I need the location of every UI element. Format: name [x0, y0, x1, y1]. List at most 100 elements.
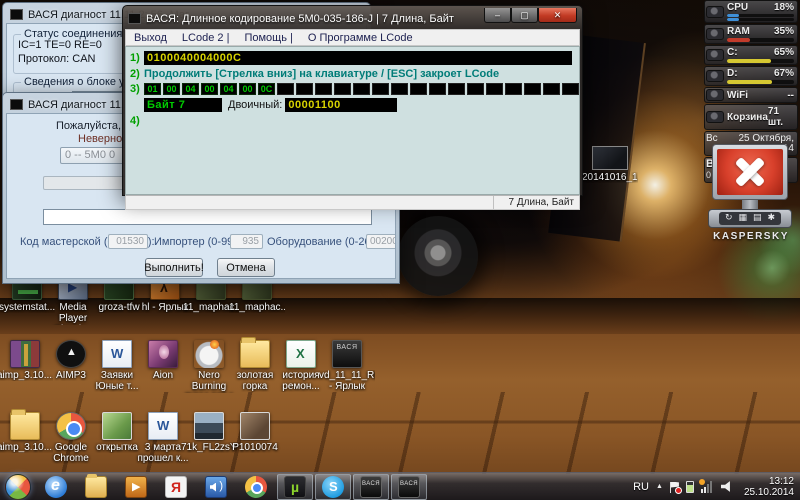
byte-box-empty[interactable]	[448, 83, 465, 95]
report-icon[interactable]: ▦	[738, 214, 747, 223]
taskbar-button-vasya[interactable]: ВАСЯ	[353, 474, 389, 500]
importer-value[interactable]: 935	[230, 234, 263, 249]
folder-icon	[240, 340, 270, 368]
file-icon[interactable]: ▤	[753, 214, 762, 223]
byte-box-empty[interactable]	[562, 83, 579, 95]
menu-item-lcode2[interactable]: LCode 2 |	[182, 32, 230, 44]
taskbar-button-ie[interactable]	[37, 474, 75, 500]
volume-icon[interactable]	[721, 481, 733, 493]
desktop-icon-nero[interactable]: Nero Burning ROM 2014	[186, 340, 232, 393]
desktop-icon-vasya[interactable]: ВАСЯvd_11_11_RL - Ярлык	[324, 340, 370, 393]
photo-car-icon	[194, 412, 224, 440]
byte-box-empty[interactable]	[543, 83, 560, 95]
desktop-icon-aimp[interactable]: AIMP3	[48, 340, 94, 393]
recycle-bin-row[interactable]: Корзина 71 шт.	[704, 104, 798, 130]
recode-window-icon	[10, 99, 23, 110]
byte-box[interactable]: 00	[239, 83, 256, 95]
line2-number: 2)	[130, 68, 144, 80]
desktop-icon-winrar[interactable]: aimp_3.10....	[2, 340, 48, 393]
byte-box[interactable]: 00	[201, 83, 218, 95]
lcode-window: ВАСЯ: Длинное кодирование 5M0-035-186-J …	[122, 5, 583, 196]
network-icon[interactable]	[701, 481, 714, 493]
menu-item-опрограммеlcode[interactable]: О Программе LCode	[308, 32, 413, 44]
chrome-icon	[56, 412, 86, 440]
byte-box-empty[interactable]	[372, 83, 389, 95]
meter-body: WiFi--	[727, 90, 794, 101]
lcode-titlebar[interactable]: ВАСЯ: Длинное кодирование 5M0-035-186-J …	[125, 8, 580, 29]
cpu-icon	[706, 6, 724, 18]
menu-item-помощь[interactable]: Помощь |	[244, 32, 292, 44]
lcode-window-title: ВАСЯ: Длинное кодирование 5M0-035-186-J …	[146, 13, 484, 25]
desktop-icon-word[interactable]: Заявки Юные т...	[94, 340, 140, 393]
maximize-button[interactable]: ▢	[511, 8, 538, 23]
minimize-button[interactable]: –	[484, 8, 511, 23]
byte-box-empty[interactable]	[486, 83, 503, 95]
refresh-icon[interactable]: ↻	[725, 214, 733, 223]
action-center-flag-icon[interactable]	[670, 482, 679, 492]
equipment-value[interactable]: 00200	[366, 234, 396, 249]
byte-box-empty[interactable]	[524, 83, 541, 95]
byte-box-empty[interactable]	[410, 83, 427, 95]
taskbar-button-chrome[interactable]	[237, 474, 275, 500]
taskbar-button-skype[interactable]	[315, 474, 351, 500]
desktop-icon-aion[interactable]: Aion	[140, 340, 186, 393]
byte-box[interactable]: 04	[220, 83, 237, 95]
line4-number: 4)	[130, 115, 144, 127]
taskbar-button-mpc[interactable]	[117, 474, 155, 500]
byte-box[interactable]: 00	[163, 83, 180, 95]
desktop-icon-word[interactable]: 3 марта прошел к...	[140, 412, 186, 464]
byte-box-empty[interactable]	[296, 83, 313, 95]
meter-bar-fill	[727, 59, 771, 63]
clock[interactable]: 13:12 25.10.2014	[740, 476, 794, 498]
code-entry-field[interactable]	[43, 209, 372, 225]
byte-box-empty[interactable]	[505, 83, 522, 95]
vasya-icon: ВАСЯ	[360, 476, 382, 498]
recycle-bin-icon	[706, 111, 724, 123]
lcode-menubar: Выход LCode 2 | Помощь | О Программе LCode	[125, 29, 580, 46]
battery-icon[interactable]	[686, 481, 694, 493]
explorer-icon	[85, 476, 107, 498]
byte-box-empty[interactable]	[429, 83, 446, 95]
desktop-icon-excel[interactable]: история ремон...	[278, 340, 324, 393]
desktop-icon-video[interactable]: 20141016_1...	[582, 146, 638, 183]
byte-box-empty[interactable]	[467, 83, 484, 95]
meter-body: RAM35%	[727, 26, 794, 42]
workshop-code-value[interactable]: 01530	[108, 234, 148, 249]
cancel-button[interactable]: Отмена	[217, 258, 275, 277]
mpc-icon	[125, 476, 147, 498]
desktop-icon-folder[interactable]: золотая горка	[232, 340, 278, 393]
taskbar-button-explorer[interactable]	[77, 474, 115, 500]
taskbar-button-utorrent[interactable]	[277, 474, 313, 500]
taskbar-button-sound[interactable]	[197, 474, 235, 500]
desktop-icon-folder[interactable]: aimp_3.10....	[2, 412, 48, 464]
aimp-icon	[56, 340, 86, 368]
byte-box[interactable]: 04	[182, 83, 199, 95]
desktop-icon-chrome[interactable]: Google Chrome	[48, 412, 94, 464]
meter-value: 65%	[774, 47, 794, 58]
byte-box-empty[interactable]	[277, 83, 294, 95]
line3-number: 3)	[130, 83, 144, 95]
taskbar-button-vasya[interactable]: ВАСЯ	[391, 474, 427, 500]
desktop-icon-photo[interactable]: P1010074	[232, 412, 278, 464]
taskbar-button-yandex[interactable]	[157, 474, 195, 500]
meter-name: C:	[727, 47, 738, 58]
menu-item-выход[interactable]: Выход	[134, 32, 167, 44]
show-hidden-icons-arrow[interactable]: ▲	[656, 483, 663, 490]
desktop-icon-photo-green[interactable]: открытка	[94, 412, 140, 464]
vasya-icon-text: ВАСЯ	[333, 344, 361, 351]
byte-box-empty[interactable]	[315, 83, 332, 95]
close-button[interactable]: ✕	[538, 8, 577, 23]
language-indicator[interactable]: RU	[633, 481, 649, 493]
do-it-button[interactable]: Выполнить!	[145, 258, 203, 277]
start-button[interactable]	[5, 474, 31, 500]
desktop-icon-label: vd_11_11_RL - Ярлык	[319, 370, 375, 392]
byte-box-empty[interactable]	[334, 83, 351, 95]
selected-byte-caption: Байт 7	[144, 98, 222, 112]
byte-box[interactable]: 01	[144, 83, 161, 95]
byte-box-empty[interactable]	[391, 83, 408, 95]
settings-icon[interactable]: ✱	[768, 214, 776, 223]
byte-box[interactable]: 0C	[258, 83, 275, 95]
desktop-icon-photo-car[interactable]: 71k_FL2zsYc	[186, 412, 232, 464]
meter-bar-track	[727, 18, 794, 21]
byte-box-empty[interactable]	[353, 83, 370, 95]
